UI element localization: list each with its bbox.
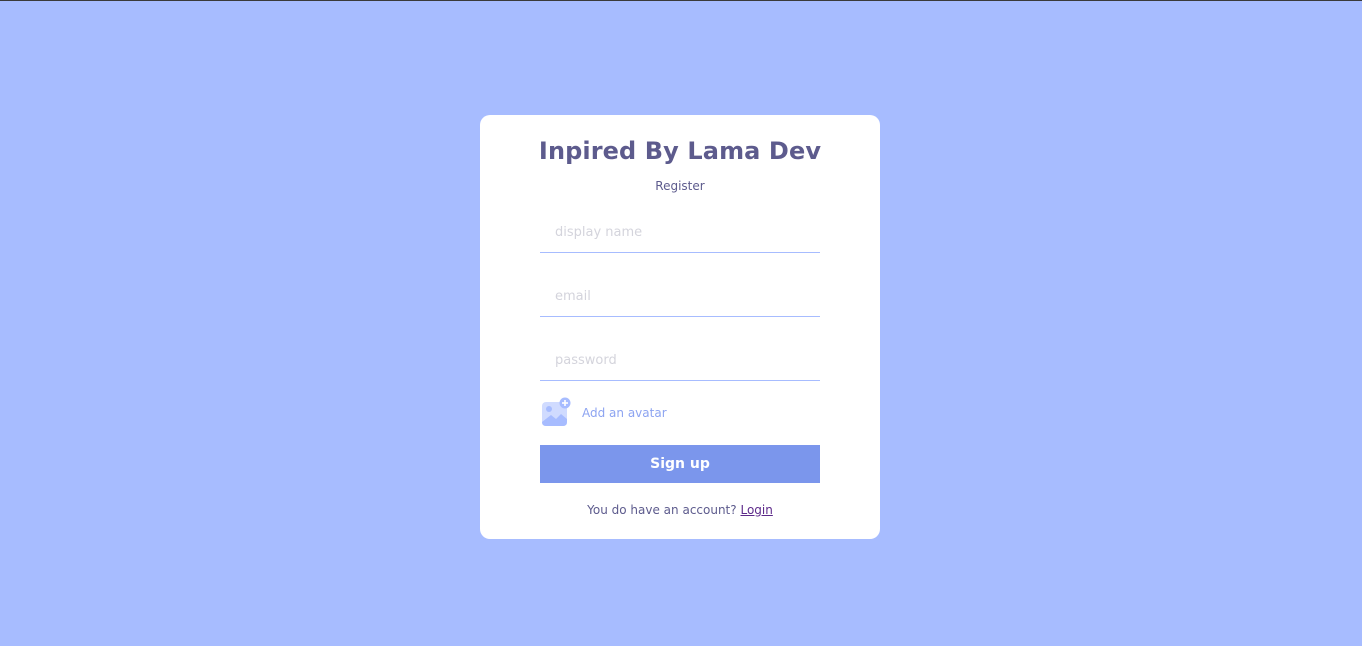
- register-card: Inpired By Lama Dev Register Add an avat…: [480, 115, 880, 539]
- login-prompt: You do have an account? Login: [480, 503, 880, 517]
- form-title: Register: [655, 179, 705, 193]
- login-prompt-text: You do have an account?: [587, 503, 737, 517]
- logo: Inpired By Lama Dev: [538, 137, 822, 165]
- login-link[interactable]: Login: [740, 503, 772, 517]
- avatar-label[interactable]: Add an avatar: [582, 406, 667, 420]
- email-input[interactable]: [540, 277, 820, 317]
- password-input[interactable]: [540, 341, 820, 381]
- avatar-upload[interactable]: Add an avatar: [540, 397, 667, 429]
- add-image-icon[interactable]: [540, 397, 572, 429]
- sign-up-button[interactable]: Sign up: [540, 445, 820, 483]
- display-name-input[interactable]: [540, 213, 820, 253]
